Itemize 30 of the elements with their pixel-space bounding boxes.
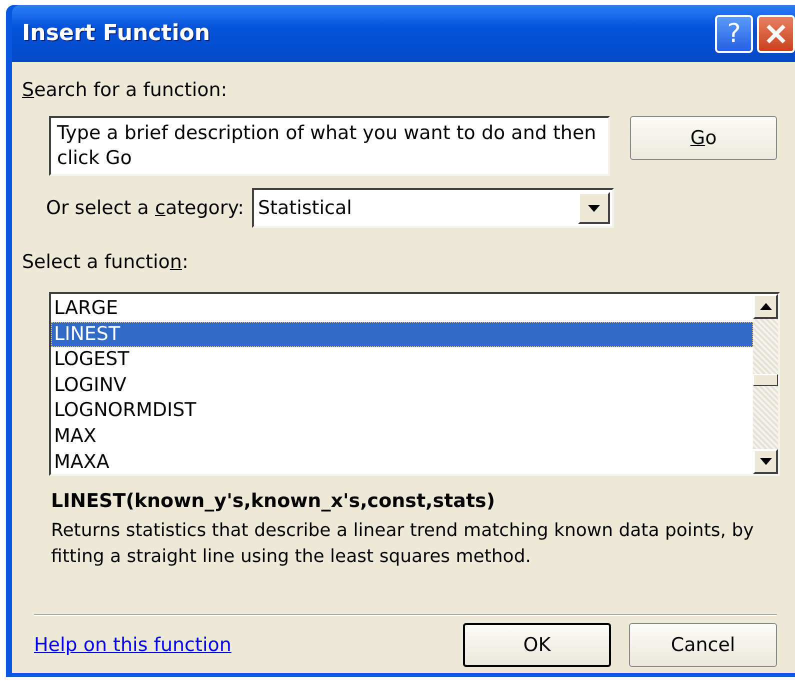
function-item[interactable]: MAXA [51, 450, 753, 476]
scroll-up-button[interactable] [753, 294, 778, 319]
window-title: Insert Function [22, 21, 212, 46]
function-item[interactable]: LOGINV [51, 372, 753, 398]
scroll-down-button[interactable] [753, 449, 778, 474]
search-label: Search for a function: [22, 78, 228, 102]
ok-button[interactable]: OK [463, 623, 611, 667]
close-button[interactable] [757, 14, 795, 52]
functions-label: Select a function: [22, 250, 190, 274]
function-item[interactable]: LOGNORMDIST [51, 398, 753, 424]
scrollbar[interactable] [753, 294, 778, 474]
help-button[interactable]: ? [715, 14, 753, 52]
function-signature: LINEST(known_y's,known_x's,const,stats) [51, 490, 496, 512]
category-dropdown[interactable]: Statistical [252, 188, 614, 228]
function-item[interactable]: LINEST [51, 322, 753, 348]
function-item[interactable]: MAX [51, 424, 753, 450]
close-icon [765, 22, 787, 44]
down-arrow-icon [760, 458, 772, 465]
caret-icon [588, 204, 600, 212]
scroll-thumb[interactable] [753, 374, 778, 386]
search-field[interactable]: Type a brief description of what you want to do and then click Go [49, 116, 610, 176]
function-description: Returns statistics that describe a linear trend matching known data points, by fitting a straight line using the least squares method. [51, 519, 755, 569]
dropdown-button[interactable] [578, 192, 610, 224]
category-label: Or select a category: [46, 196, 244, 220]
up-arrow-icon [760, 303, 772, 310]
function-item[interactable]: LARGE [51, 296, 753, 322]
cancel-button[interactable]: Cancel [629, 623, 777, 667]
help-link[interactable]: Help on this function [34, 634, 445, 656]
go-button[interactable]: Go [630, 116, 777, 160]
function-item[interactable]: LOGEST [51, 347, 753, 373]
